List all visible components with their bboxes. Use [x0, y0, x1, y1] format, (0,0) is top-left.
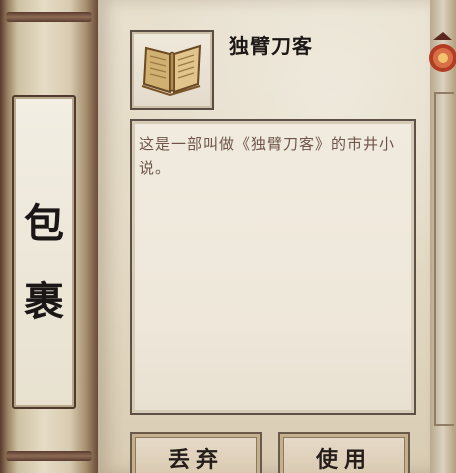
corner-ornament-icon	[421, 30, 456, 86]
title-char-bao: 包	[24, 200, 64, 247]
left-scroll-rod: 包 裹	[0, 0, 98, 473]
use-button[interactable]: 使用	[278, 432, 410, 473]
item-panel-stage: { "panel": { "name_top": "包", "name_bott…	[0, 0, 456, 473]
drop-button[interactable]: 丢弃	[130, 432, 262, 473]
use-button-label: 使用	[315, 447, 372, 473]
title-char-guo: 裹	[24, 278, 64, 325]
item-description-box: 这是一部叫做《独臂刀客》的市井小说。	[130, 119, 416, 415]
book-icon	[141, 44, 202, 97]
item-title: 独臂刀客	[229, 34, 313, 58]
drop-button-label: 丢弃	[167, 447, 224, 473]
item-description-text: 这是一部叫做《独臂刀客》的市井小说。	[139, 135, 396, 177]
inventory-title-strip: 包 裹	[12, 95, 76, 409]
item-icon-box[interactable]	[130, 30, 214, 110]
